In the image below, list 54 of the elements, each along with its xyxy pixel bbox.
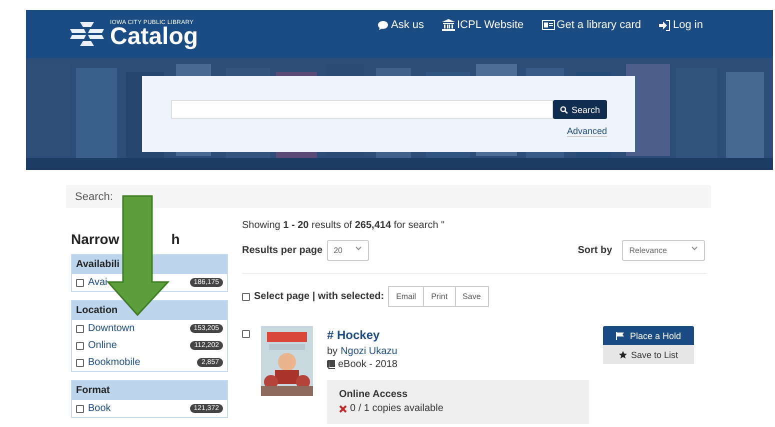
facet-title: Format <box>72 381 227 400</box>
nav-link[interactable]: Ask us <box>376 19 424 31</box>
checkbox[interactable] <box>76 278 84 286</box>
action-button[interactable]: Email <box>388 286 424 307</box>
chat-icon <box>376 20 389 30</box>
author-link[interactable]: Ngozi Ukazu <box>340 346 398 357</box>
select-page-label: Select page | with selected: <box>254 291 384 302</box>
save-to-list-button[interactable]: Save to List <box>603 345 694 364</box>
checkbox[interactable] <box>76 404 84 412</box>
bank-icon <box>442 19 455 31</box>
sidebar-heading: Narrow <box>71 231 120 247</box>
breadcrumb: Search: <box>75 190 113 202</box>
facet-link[interactable]: Online <box>88 340 117 351</box>
facet-link[interactable]: Downtown <box>88 323 135 334</box>
facet-link[interactable]: Avai <box>88 277 108 288</box>
book-icon <box>327 360 335 369</box>
facet-link[interactable]: Bookmobile <box>88 357 140 368</box>
close-icon <box>339 404 347 412</box>
availability-text: 0 / 1 copies available <box>350 403 444 414</box>
results-summary: Showing 1 - 20 results of 265,414 for search " <box>242 220 446 231</box>
sort-label: Sort by <box>578 245 612 256</box>
chevron-down-icon <box>354 246 362 251</box>
logo-icon <box>68 20 106 48</box>
facet-link[interactable]: Book <box>88 403 111 414</box>
per-page-select[interactable]: 20 <box>326 240 368 261</box>
place-hold-button[interactable]: Place a Hold <box>603 326 694 345</box>
search-field[interactable] <box>171 100 554 119</box>
by-label: by <box>327 346 338 357</box>
login-icon <box>659 20 672 30</box>
nav-link[interactable]: Log in <box>659 19 703 31</box>
result-title[interactable]: # Hockey <box>327 328 380 342</box>
checkbox[interactable] <box>76 324 84 332</box>
flag-icon <box>616 332 625 340</box>
sidebar-heading: h <box>171 231 180 247</box>
results-per-page-label: Results per page <box>242 245 323 256</box>
checkbox[interactable] <box>76 358 84 366</box>
id-card-icon <box>542 20 555 30</box>
catalog-logo[interactable]: Catalog <box>110 26 198 48</box>
access-title: Online Access <box>339 389 409 400</box>
facet-title: Location <box>72 301 227 320</box>
star-icon <box>618 350 627 358</box>
sort-select[interactable]: Relevance <box>622 240 705 261</box>
search-icon <box>560 106 568 114</box>
chevron-down-icon <box>691 246 698 251</box>
action-button[interactable]: Save <box>454 286 489 307</box>
nav-link[interactable]: ICPL Website <box>442 19 524 31</box>
advanced-link[interactable]: Advanced <box>566 126 607 137</box>
search-button[interactable]: Search <box>553 100 607 119</box>
checkbox[interactable] <box>76 342 84 350</box>
format-label: eBook - 2018 <box>338 359 398 370</box>
checkbox[interactable] <box>242 292 250 300</box>
action-button[interactable]: Print <box>423 286 456 307</box>
checkbox[interactable] <box>242 330 250 338</box>
nav-link[interactable]: Get a library card <box>542 19 642 31</box>
